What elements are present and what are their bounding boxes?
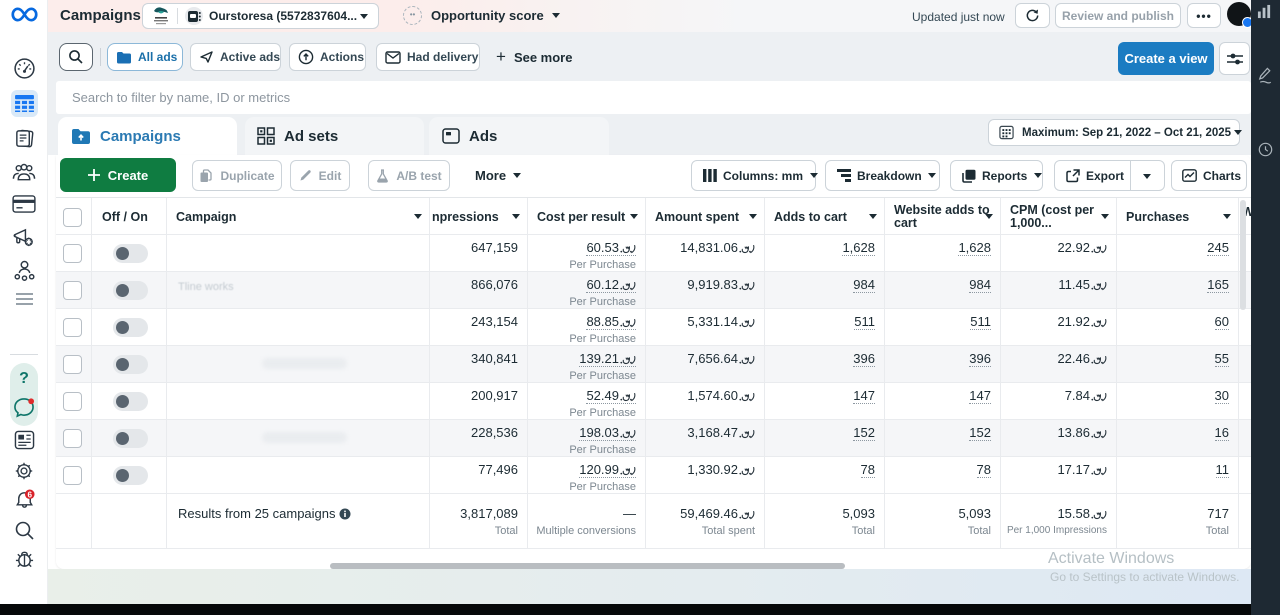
svg-text:?: ? <box>19 370 29 387</box>
svg-text:6: 6 <box>27 490 32 499</box>
